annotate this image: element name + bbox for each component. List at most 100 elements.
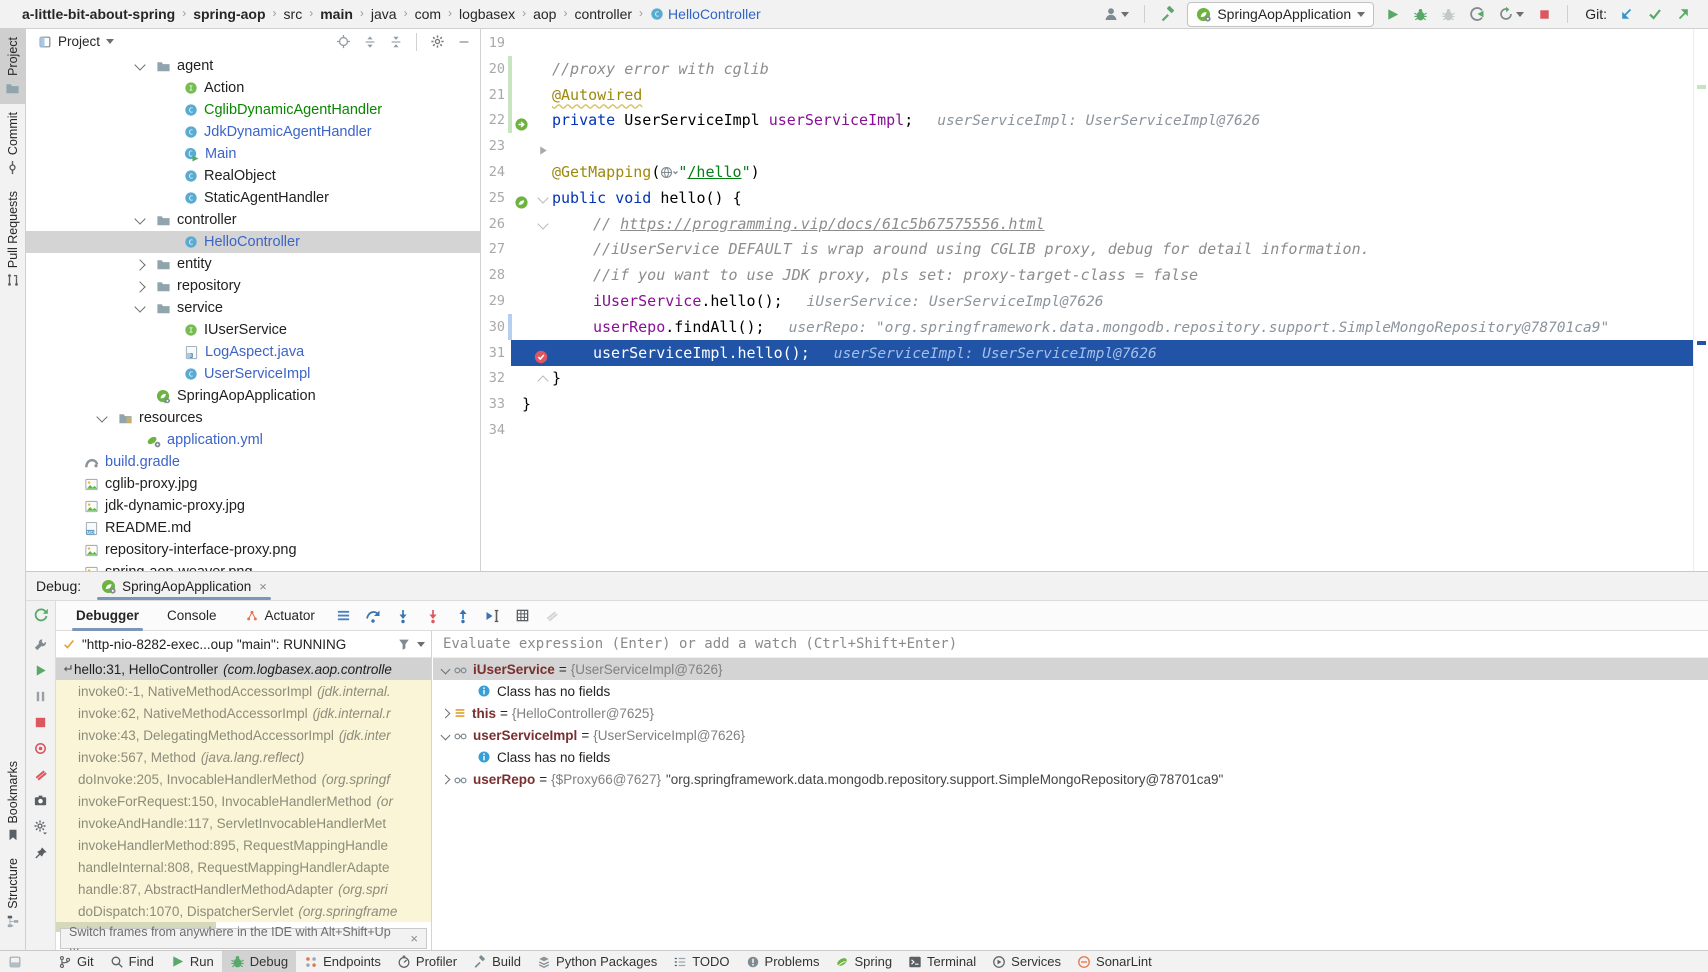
tree-item-entity[interactable]: entity [26,253,480,275]
frame-row[interactable]: handle:87, AbstractHandlerMethodAdapter(… [56,878,431,900]
statusbar-item-run[interactable]: Run [162,951,222,972]
statusbar-item-git[interactable]: Git [50,951,102,972]
tree-item-jdk-dynamic-proxy-jpg[interactable]: jdk-dynamic-proxy.jpg [26,495,480,517]
thread-selector[interactable]: "http-nio-8282-exec...oup "main": RUNNIN… [56,631,431,658]
breadcrumb-item[interactable]: src [284,6,303,22]
tree-item-controller[interactable]: controller [26,209,480,231]
stop-button[interactable] [33,715,48,730]
filter-funnel-icon[interactable] [397,637,411,651]
code-line[interactable]: // https://programming.vip/docs/61c5b675… [593,211,1045,237]
tree-collapse-arrow[interactable] [96,411,107,422]
fold-marker[interactable] [537,192,548,203]
tree-item-cglib-proxy-jpg[interactable]: cglib-proxy.jpg [26,473,480,495]
breadcrumb-item[interactable]: aop [533,6,556,22]
code-line[interactable]: //iUserService DEFAULT is wrap around us… [593,236,1370,262]
frame-row[interactable]: doInvoke:205, InvocableHandlerMethod(org… [56,768,431,790]
force-step-into-button[interactable] [425,608,441,624]
frame-row[interactable]: invokeAndHandle:117, ServletInvocableHan… [56,812,431,834]
variable-expand-arrow[interactable] [437,666,453,673]
tab-actuator[interactable]: Actuator [233,601,327,631]
build-project-button[interactable] [1158,4,1178,24]
breadcrumb-item[interactable]: main [320,6,353,22]
variable-row-userRepo[interactable]: userRepo={$Proxy66@7627}"org.springframe… [433,768,1708,790]
frame-row[interactable]: invoke0:-1, NativeMethodAccessorImpl(jdk… [56,680,431,702]
variable-expand-arrow[interactable] [437,710,453,717]
thread-dump-button[interactable] [33,793,48,808]
statusbar-item-python-packages[interactable]: Python Packages [529,951,665,972]
tab-debugger[interactable]: Debugger [64,601,151,631]
stripe-item-bookmarks[interactable]: Bookmarks [0,753,26,851]
breadcrumb-item[interactable]: a-little-bit-about-spring [22,6,175,22]
tree-collapse-arrow[interactable] [134,213,145,224]
breadcrumb-item[interactable]: CHelloController [650,6,761,22]
tab-console[interactable]: Console [155,601,229,631]
hide-panel-button[interactable] [454,33,474,50]
frame-row[interactable]: hello:31, HelloController(com.logbasex.a… [56,658,431,680]
fold-marker[interactable] [537,376,548,387]
tree-expand-arrow[interactable] [134,281,145,292]
breadcrumb-item[interactable]: com [415,6,441,22]
menu-button[interactable] [336,608,351,623]
run-to-cursor-button[interactable] [485,608,501,624]
tree-item-repository-interface-proxy-png[interactable]: repository-interface-proxy.png [26,539,480,561]
close-icon[interactable]: × [259,579,267,594]
breadcrumb-item[interactable]: logbasex [459,6,515,22]
mute-breakpoints-button[interactable] [33,767,48,782]
variable-expand-arrow[interactable] [437,732,453,739]
frame-row[interactable]: invokeForRequest:150, InvocableHandlerMe… [56,790,431,812]
breadcrumb-item[interactable]: spring-aop [193,6,265,22]
code-line[interactable]: } [522,391,531,417]
git-push-button[interactable] [1674,4,1694,24]
profiler-dropdown-button[interactable] [1496,4,1526,24]
statusbar-item-endpoints[interactable]: Endpoints [296,951,389,972]
step-into-button[interactable] [395,608,411,624]
tree-item-staticagenthandler[interactable]: CStaticAgentHandler [26,187,480,209]
statusbar-item-debug[interactable]: Debug [222,951,296,972]
breadcrumb-item[interactable]: controller [574,6,632,22]
frame-row[interactable]: invoke:62, NativeMethodAccessorImpl(jdk.… [56,702,431,724]
tree-item-build-gradle[interactable]: build.gradle [26,451,480,473]
resume-button[interactable] [33,663,48,678]
run-configuration-select[interactable]: SpringAopApplication [1187,2,1374,27]
variable-row-this[interactable]: this={HelloController@7625} [433,702,1708,724]
code-line[interactable]: iUserService.hello();iUserService: UserS… [593,288,1103,315]
settings-button[interactable] [427,33,448,51]
tree-item-cglibdynamicagenthandler[interactable]: CCglibDynamicAgentHandler [26,99,480,121]
tree-collapse-arrow[interactable] [134,301,145,312]
code-line[interactable]: public void hello() { [552,185,742,211]
collapse-all-button[interactable] [386,33,406,50]
tree-collapse-arrow[interactable] [134,59,145,70]
coverage-button[interactable] [1439,5,1458,24]
debug-session-tab[interactable]: SpringAopApplication× [95,572,273,600]
frame-row[interactable]: handleInternal:808, RequestMappingHandle… [56,856,431,878]
git-commit-button[interactable] [1645,4,1665,24]
frame-row[interactable]: invoke:567, Method(java.lang.reflect) [56,746,431,768]
tree-item-realobject[interactable]: CRealObject [26,165,480,187]
git-update-button[interactable] [1616,4,1636,24]
variable-expand-arrow[interactable] [437,776,453,783]
locate-file-button[interactable] [333,33,354,51]
code-editor[interactable]: 1920//proxy error with cglib21@Autowired… [481,29,1708,571]
code-line[interactable]: private UserServiceImpl userServiceImpl;… [552,107,1260,134]
view-breakpoints-button[interactable] [33,741,48,756]
tree-item-logaspect-java[interactable]: JLogAspect.java [26,341,480,363]
step-over-button[interactable] [365,608,381,624]
evaluate-expression-input[interactable]: Evaluate expression (Enter) or add a wat… [433,631,1708,658]
stripe-item-pull-requests[interactable]: Pull Requests [0,183,26,295]
statusbar-item-problems[interactable]: Problems [738,951,828,972]
frame-row[interactable]: invoke:43, DelegatingMethodAccessorImpl(… [56,724,431,746]
statusbar-item-sonarlint[interactable]: SonarLint [1069,951,1160,972]
close-icon[interactable]: × [410,931,418,946]
tree-item-resources[interactable]: resources [26,407,480,429]
code-line[interactable]: userServiceImpl.hello();userServiceImpl:… [593,340,1157,367]
tree-item-repository[interactable]: repository [26,275,480,297]
statusbar-item-services[interactable]: Services [984,951,1069,972]
rerun-button[interactable] [33,607,49,623]
layout-settings-button[interactable] [33,819,49,835]
statusbar-item-profiler[interactable]: Profiler [389,951,465,972]
tree-item-hellocontroller[interactable]: CHelloController [26,231,480,253]
code-line[interactable]: //proxy error with cglib [552,56,769,82]
debug-button[interactable] [1411,5,1430,24]
tree-item-iuserservice[interactable]: IIUserService [26,319,480,341]
run-button[interactable] [1383,5,1402,24]
